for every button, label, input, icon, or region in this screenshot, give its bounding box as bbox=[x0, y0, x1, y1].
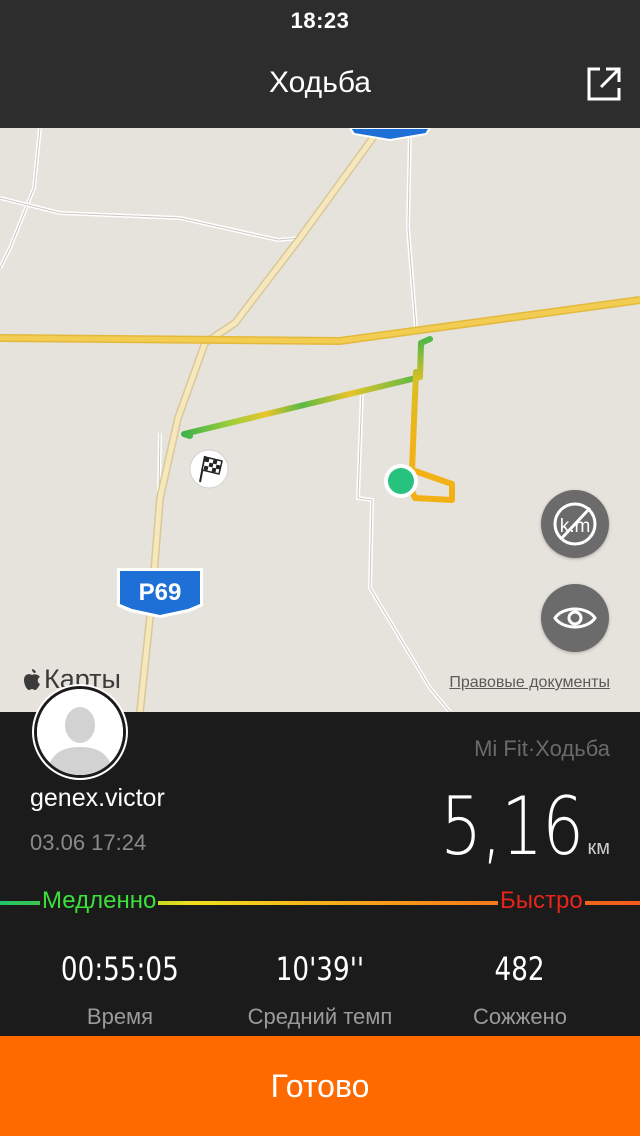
apple-logo-icon bbox=[24, 668, 40, 690]
share-button[interactable] bbox=[582, 62, 626, 106]
visibility-toggle-button[interactable] bbox=[541, 584, 609, 652]
status-time: 18:23 bbox=[290, 8, 350, 33]
main-road bbox=[137, 128, 383, 712]
status-bar: 18:23 bbox=[0, 0, 640, 40]
stat-calories: 482 Сожжено bbox=[415, 950, 625, 1030]
stat-time: 00:55:05 Время bbox=[15, 950, 225, 1030]
page-title: Ходьба bbox=[268, 66, 371, 99]
minor-road bbox=[355, 389, 452, 712]
stat-value: 10'39'' bbox=[275, 950, 365, 988]
stat-value: 00:55:05 bbox=[61, 950, 179, 988]
minor-road bbox=[0, 196, 301, 243]
legal-link[interactable]: Правовые документы bbox=[449, 674, 610, 692]
pace-slow-label: Медленно bbox=[40, 887, 159, 915]
map-view[interactable]: P69 k.m Карты Правовые документы bbox=[0, 128, 640, 712]
activity-track bbox=[181, 374, 423, 439]
user-silhouette-icon bbox=[37, 689, 123, 775]
username: genex.victor bbox=[30, 784, 165, 812]
stat-average-pace: 10'39'' Средний темп bbox=[215, 950, 425, 1030]
activity-datetime: 03.06 17:24 bbox=[30, 830, 147, 855]
eye-icon bbox=[553, 607, 597, 629]
stat-value: 482 bbox=[494, 950, 546, 988]
nav-bar: Ходьба bbox=[0, 40, 640, 128]
units-toggle-button[interactable]: k.m bbox=[541, 490, 609, 558]
pace-fast-label: Быстро bbox=[498, 887, 585, 915]
km-off-icon: k.m bbox=[553, 502, 597, 546]
stat-label: Сожжено bbox=[473, 1004, 567, 1029]
share-icon bbox=[587, 67, 621, 101]
distance-unit: км bbox=[587, 837, 611, 859]
activity-source: Mi Fit·Ходьба bbox=[474, 736, 610, 761]
distance-value: 5,16 bbox=[440, 780, 585, 873]
avatar[interactable] bbox=[34, 686, 126, 778]
stat-label: Средний темп bbox=[247, 1004, 393, 1029]
distance-display: 5,16 км bbox=[409, 780, 610, 873]
checkered-flag-icon bbox=[189, 449, 229, 489]
stat-label: Время bbox=[86, 1004, 154, 1029]
route-sign-label: P69 bbox=[139, 579, 182, 606]
highway bbox=[0, 296, 640, 346]
done-button[interactable]: Готово bbox=[0, 1036, 640, 1136]
route-shield-top bbox=[348, 128, 432, 142]
start-dot-icon bbox=[384, 464, 418, 498]
